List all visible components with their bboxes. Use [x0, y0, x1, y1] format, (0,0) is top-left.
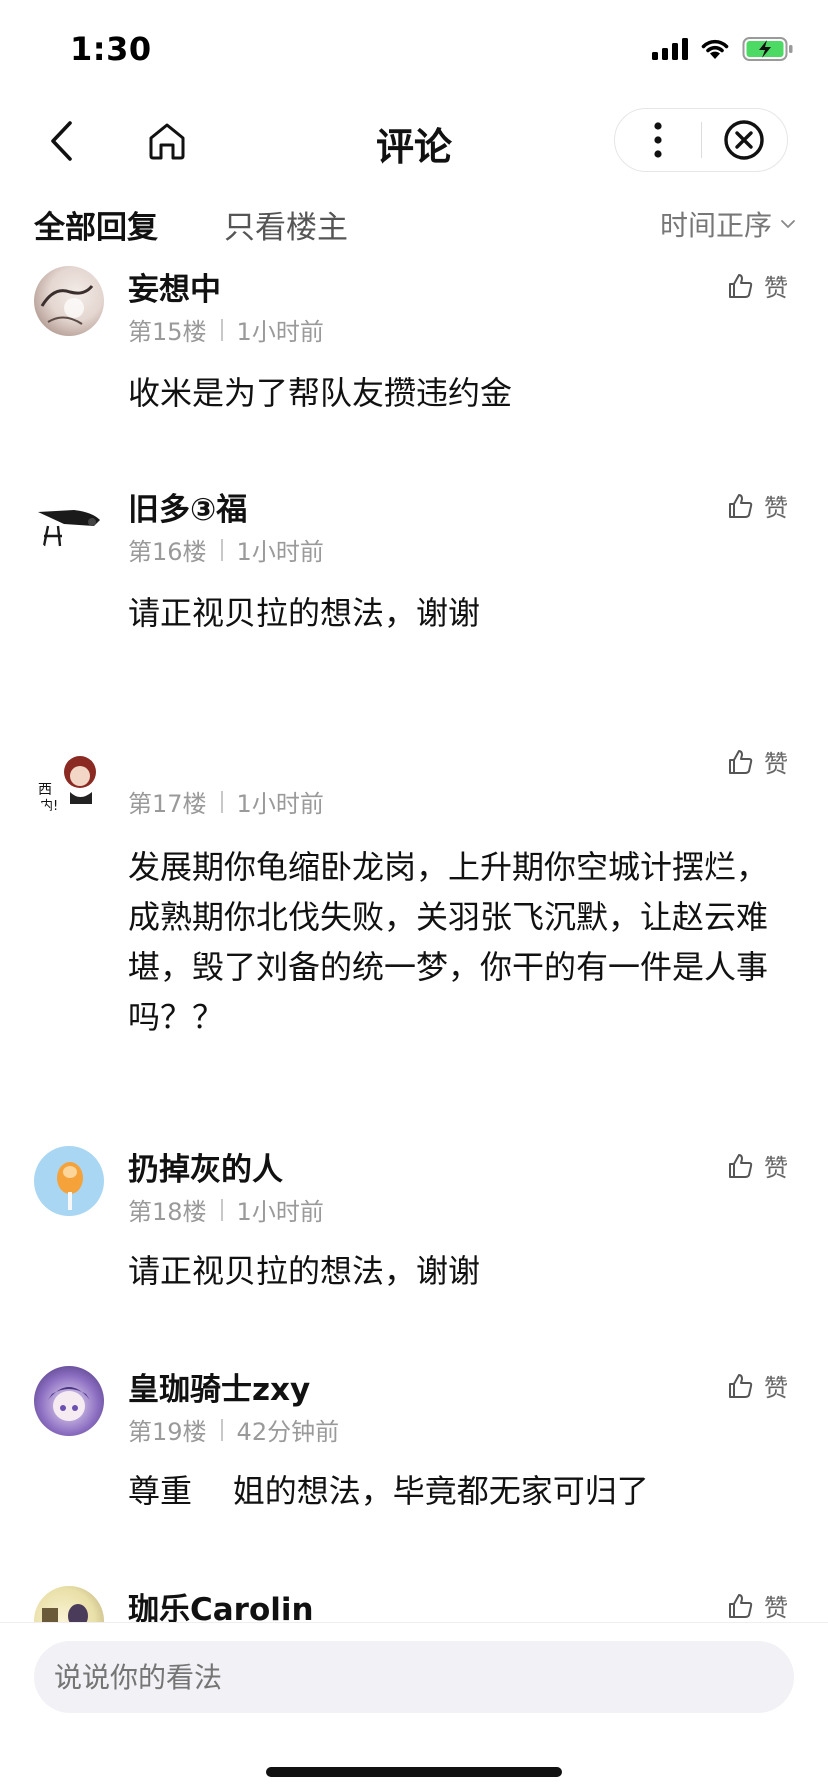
comment-author[interactable]: 旧多③福: [128, 484, 247, 529]
sort-label: 时间正序: [659, 209, 772, 242]
close-button[interactable]: [702, 108, 788, 172]
like-label: 赞: [764, 1594, 788, 1622]
like-button[interactable]: 赞: [726, 1148, 788, 1183]
comment-time: 1小时前: [236, 538, 324, 566]
thumbs-up-icon: [729, 273, 753, 298]
like-label: 赞: [764, 750, 788, 778]
meta-divider: [220, 790, 223, 813]
tab-all-replies[interactable]: 全部回复: [34, 202, 158, 247]
avatar-image: [38, 510, 100, 547]
comment-input-bar: [0, 1622, 828, 1792]
avatar[interactable]: [34, 1366, 104, 1436]
thumbs-up-icon: [729, 1153, 753, 1178]
thumbs-up-icon: [729, 493, 753, 518]
wifi-icon: [701, 39, 729, 59]
avatar-image: 西 内!: [38, 756, 96, 814]
comment-time: 1小时前: [236, 318, 324, 346]
comment-text: 收米是为了帮队友攒违约金: [128, 374, 513, 412]
avatar[interactable]: [34, 1146, 104, 1216]
avatar-image: [48, 1387, 90, 1421]
comment-floor: 第19楼: [128, 1418, 207, 1446]
comment-floor: 第15楼: [128, 318, 207, 346]
more-button[interactable]: [615, 108, 701, 172]
comment-meta: 第19楼 42分钟前: [128, 1412, 339, 1447]
avatar[interactable]: 西 内!: [34, 746, 104, 816]
close-circle-icon: [724, 120, 764, 160]
like-label: 赞: [764, 494, 788, 522]
tab-op-only[interactable]: 只看楼主: [224, 202, 348, 247]
like-button[interactable]: 赞: [726, 1368, 788, 1403]
comment-time: 42分钟前: [236, 1418, 340, 1446]
comment-floor: 第17楼: [128, 790, 207, 818]
comment-meta: 第16楼 1小时前: [128, 532, 324, 567]
comment-author[interactable]: 皇珈骑士zxy: [128, 1364, 310, 1409]
mini-program-capsule: [614, 108, 788, 172]
meta-divider: [220, 318, 223, 341]
thumbs-up-icon: [729, 749, 753, 774]
meta-divider: [220, 538, 223, 561]
home-button[interactable]: [142, 116, 192, 166]
like-button[interactable]: 赞: [726, 1588, 788, 1623]
back-button[interactable]: [36, 116, 86, 166]
nav-bar: 评论: [0, 100, 828, 190]
sort-dropdown[interactable]: 时间正序: [660, 204, 796, 244]
svg-text:内!: 内!: [40, 798, 58, 814]
thumbs-up-icon: [729, 1373, 753, 1398]
comment-text: 尊重 姐的想法，毕竟都无家可归了: [128, 1472, 649, 1510]
status-time: 1:30: [70, 30, 152, 68]
meta-divider: [220, 1198, 223, 1221]
comment-meta: 第18楼 1小时前: [128, 1192, 324, 1227]
meta-divider: [220, 1418, 223, 1441]
svg-text:西: 西: [38, 782, 52, 798]
avatar[interactable]: [34, 266, 104, 336]
chevron-left-icon: [51, 121, 72, 161]
chevron-down-icon: [781, 220, 795, 228]
battery-charging-icon: [742, 37, 793, 61]
like-label: 赞: [764, 274, 788, 302]
comment-meta: 第17楼 1小时前: [128, 784, 324, 819]
comment-floor: 第16楼: [128, 538, 207, 566]
avatar[interactable]: [34, 486, 104, 556]
avatar-image: [57, 1162, 83, 1210]
cellular-signal-icon: [652, 38, 688, 60]
like-button[interactable]: 赞: [726, 744, 788, 779]
like-label: 赞: [764, 1374, 788, 1402]
like-button[interactable]: 赞: [726, 268, 788, 303]
like-button[interactable]: 赞: [726, 488, 788, 523]
comment-time: 1小时前: [236, 790, 324, 818]
home-icon: [149, 123, 185, 160]
filter-bar: 全部回复 只看楼主 时间正序: [0, 196, 828, 252]
comment-author[interactable]: 妄想中: [128, 264, 221, 309]
comment-text: 请正视贝拉的想法，谢谢: [128, 594, 481, 632]
status-bar: 1:30: [0, 0, 828, 100]
comment-time: 1小时前: [236, 1198, 324, 1226]
home-indicator: [266, 1767, 562, 1777]
comment-meta: 第15楼 1小时前: [128, 312, 324, 347]
like-label: 赞: [764, 1154, 788, 1182]
more-vertical-icon: [654, 122, 662, 158]
avatar-image: [40, 285, 94, 325]
status-icons: [652, 36, 794, 62]
comment-author[interactable]: 扔掉灰的人: [128, 1144, 283, 1189]
comment-text: 请正视贝拉的想法，谢谢: [128, 1252, 481, 1290]
comment-text: 发展期你龟缩卧龙岗，上升期你空城计摆烂，成熟期你北伐失败，关羽张飞沉默，让赵云难…: [128, 848, 769, 1036]
comment-input[interactable]: [34, 1641, 794, 1713]
thumbs-up-icon: [729, 1593, 753, 1618]
comment-floor: 第18楼: [128, 1198, 207, 1226]
